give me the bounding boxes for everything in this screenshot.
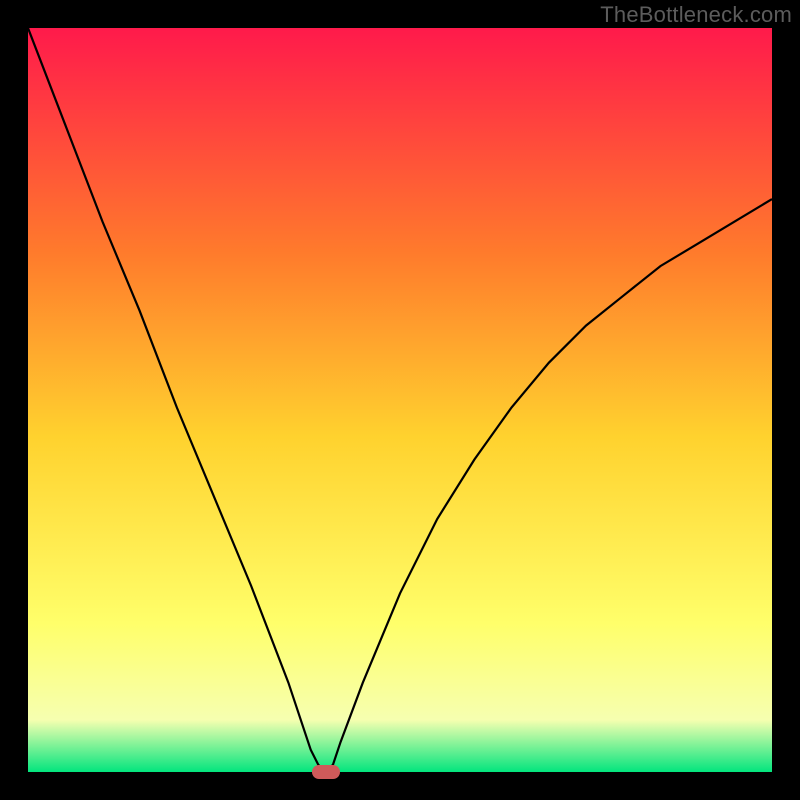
plot-svg [28,28,772,772]
watermark-text: TheBottleneck.com [600,2,792,28]
chart-frame: TheBottleneck.com [0,0,800,800]
gradient-background [28,28,772,772]
plot-area [28,28,772,772]
optimal-point-marker [312,765,340,779]
